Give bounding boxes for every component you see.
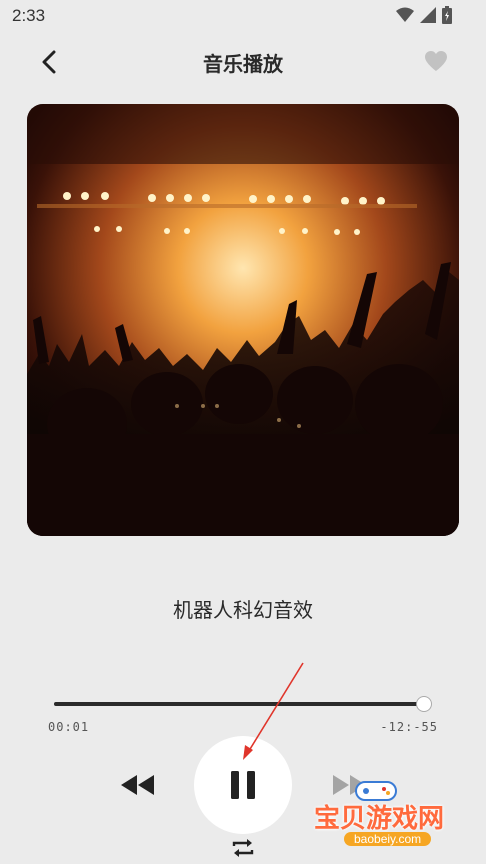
page-title: 音乐播放 — [203, 52, 283, 76]
play-pause-button[interactable] — [194, 736, 292, 834]
current-time: 00:01 — [48, 720, 90, 734]
album-cover — [27, 104, 459, 536]
watermark-domain: baobeiy.com — [344, 832, 432, 846]
remaining-time: -12:-55 — [380, 720, 438, 734]
progress-slider[interactable] — [54, 696, 432, 712]
previous-button[interactable] — [119, 772, 157, 798]
progress-fill — [54, 702, 424, 706]
repeat-button[interactable] — [230, 836, 256, 860]
signal-icon — [420, 7, 436, 23]
progress-thumb[interactable] — [416, 696, 432, 712]
song-title: 机器人科幻音效 — [173, 598, 313, 622]
status-time: 2:33 — [12, 6, 46, 25]
repeat-icon — [232, 839, 254, 857]
battery-icon — [442, 6, 452, 24]
pause-icon — [231, 771, 255, 799]
favorite-button[interactable] — [424, 50, 450, 74]
heart-icon — [425, 51, 447, 71]
wifi-icon — [396, 7, 414, 22]
watermark-logo: 宝贝游戏网 baobeiy.com — [308, 776, 458, 858]
concert-crowd-photo — [27, 104, 459, 536]
top-app-bar: 音乐播放 — [0, 34, 486, 90]
rewind-icon — [121, 775, 154, 795]
watermark-text: 宝贝游戏网 — [314, 804, 445, 834]
status-bar: 2:33 — [0, 0, 486, 34]
